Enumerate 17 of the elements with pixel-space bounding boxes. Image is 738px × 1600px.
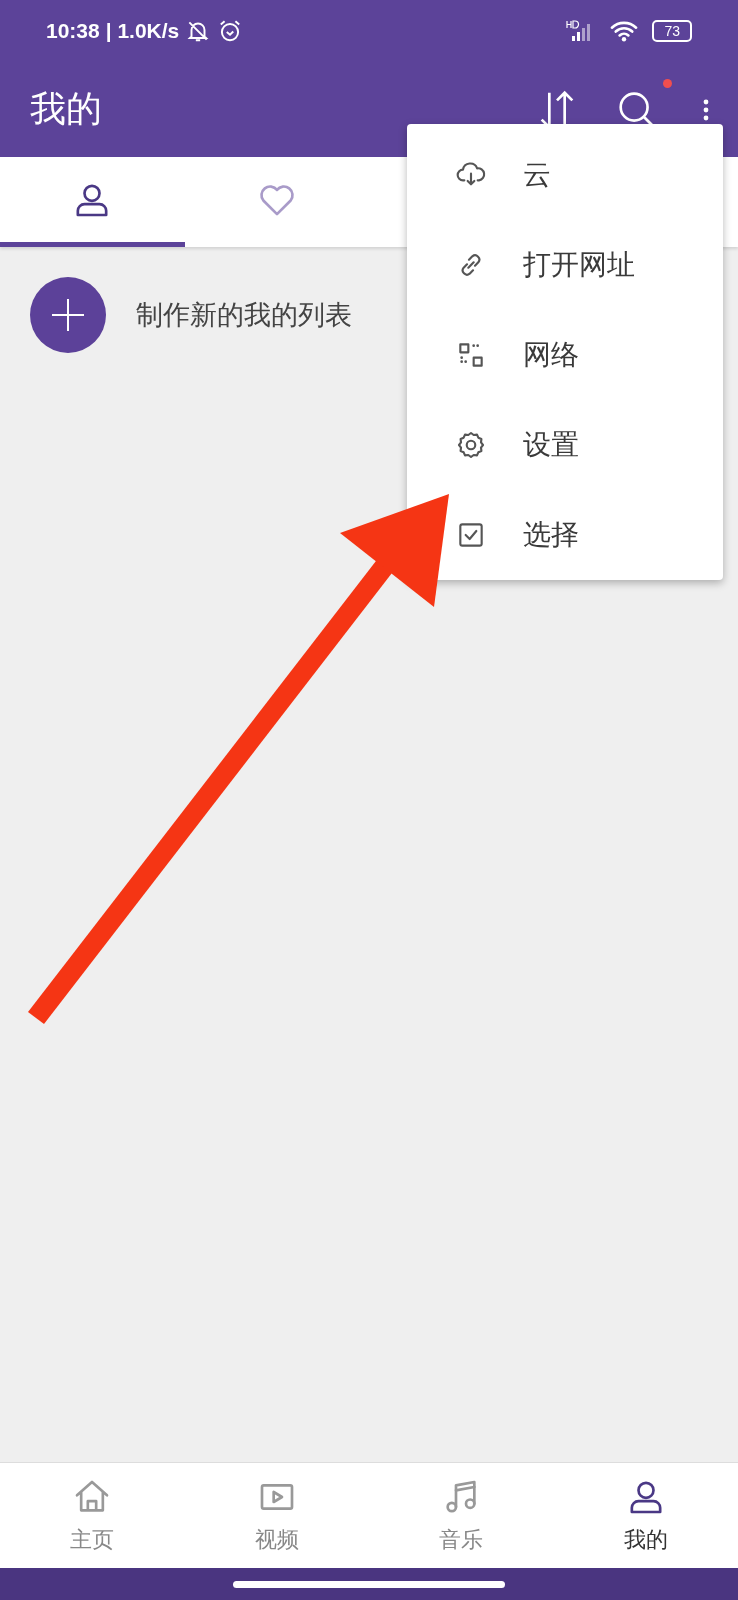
nav-item[interactable]: 视频	[184, 1463, 369, 1568]
settings-icon	[455, 429, 487, 461]
menu-item[interactable]: 打开网址	[523, 246, 635, 284]
nav-item[interactable]: 主页	[0, 1463, 185, 1568]
menu-item[interactable]: 网络	[523, 336, 579, 374]
battery-level: 73	[652, 20, 692, 42]
add-button[interactable]	[30, 277, 106, 353]
menu-item[interactable]: 设置	[523, 426, 579, 464]
status-time: 10:38	[46, 19, 100, 43]
menu-item[interactable]: 选择	[523, 516, 579, 554]
menu-item[interactable]: 云	[523, 156, 551, 194]
page-title: 我的	[30, 87, 102, 131]
wifi-icon	[610, 20, 639, 42]
network-speed: | 1.0K/s	[105, 19, 180, 43]
create-list-label[interactable]: 制作新的我的列表	[136, 297, 352, 333]
nav-item[interactable]: 音乐	[369, 1463, 554, 1568]
nav-item[interactable]: 我的	[553, 1463, 738, 1568]
